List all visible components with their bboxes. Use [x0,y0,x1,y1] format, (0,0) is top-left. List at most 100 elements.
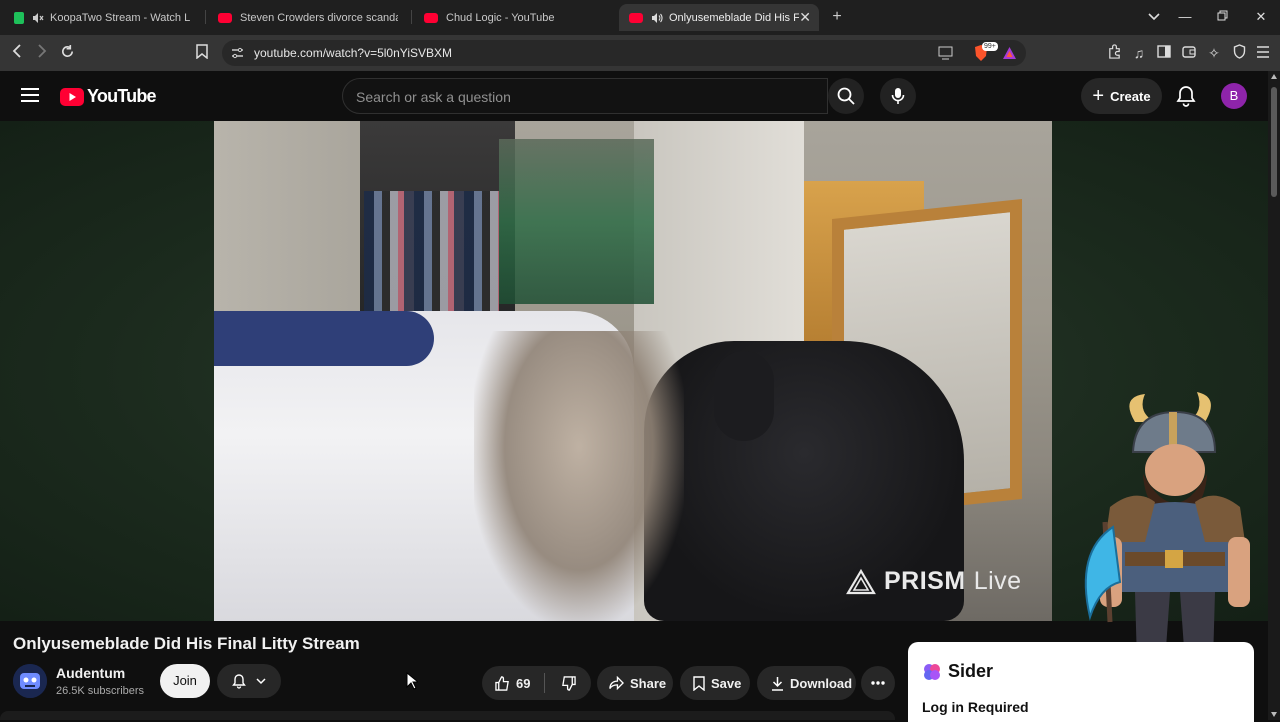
more-actions-button[interactable] [861,666,895,700]
bell-icon [232,673,246,689]
url-text: youtube.com/watch?v=5l0nYiSVBXM [254,46,452,60]
kick-favicon-icon [14,11,24,24]
youtube-favicon-icon [424,12,438,23]
browser-tab-koopatwo[interactable]: KoopaTwo Stream - Watch Live o [4,4,200,31]
thumbs-up-icon [495,675,509,691]
reload-icon[interactable] [58,44,76,62]
sider-extension-panel[interactable]: Sider Log in Required [908,642,1254,722]
voice-search-button[interactable] [880,78,916,114]
audio-playing-icon[interactable] [651,12,663,24]
prism-live-text: Live [973,567,1022,595]
search-placeholder: Search or ask a question [356,89,511,105]
back-arrow-icon[interactable] [8,44,26,62]
prism-live-watermark: PRISM Live [846,567,1022,596]
brave-rewards-icon[interactable] [1002,46,1017,60]
browser-menu-icon[interactable] [1254,44,1272,62]
leo-ai-sparkle-icon[interactable]: ✧ [1205,44,1223,62]
video-frame-background-person [499,139,654,304]
prism-brand-text: PRISM [884,567,966,595]
address-bar[interactable]: youtube.com/watch?v=5l0nYiSVBXM 99+ [222,40,1026,66]
brave-shields-icon[interactable]: 99+ [973,42,998,62]
browser-tab-onlyusemeblade[interactable]: Onlyusemeblade Did His Fina ✕ [619,4,819,31]
guide-menu-icon[interactable] [21,88,39,107]
like-count: 69 [516,675,531,691]
bookmark-save-icon [693,675,705,691]
like-button[interactable]: 69 [482,676,544,691]
video-player[interactable]: PRISM Live [214,121,1052,621]
sider-login-required: Log in Required [922,699,1029,715]
chevron-down-icon [256,677,266,684]
browser-toolbar: youtube.com/watch?v=5l0nYiSVBXM 99+ ♫ ✧ [0,35,1280,71]
tab-search-chevron-icon[interactable] [1145,8,1163,26]
browser-tab-chud-logic[interactable]: Chud Logic - YouTube [414,4,614,31]
sidebar-toggle-icon[interactable] [1155,44,1173,62]
vpn-shield-icon[interactable] [1230,44,1248,62]
like-dislike-group: 69 [482,666,591,700]
search-icon [837,87,855,105]
scroll-up-arrow-icon[interactable] [1271,74,1277,79]
tab-title: Steven Crowders divorce scandal | RE [240,11,398,24]
search-input[interactable]: Search or ask a question [342,78,828,114]
scroll-down-arrow-icon[interactable] [1271,712,1277,717]
dislike-button[interactable] [545,675,591,691]
tab-title: KoopaTwo Stream - Watch Live o [50,11,190,24]
close-tab-icon[interactable]: ✕ [799,9,811,26]
share-button[interactable]: Share [597,666,673,700]
browser-tab-crowder[interactable]: Steven Crowders divorce scandal | RE [208,4,408,31]
muted-speaker-icon[interactable] [32,12,44,24]
join-button[interactable]: Join [160,664,210,698]
youtube-play-logo-icon [60,87,84,106]
plus-icon: + [1092,85,1105,107]
video-title: Onlyusemeblade Did His Final Litty Strea… [13,634,360,653]
sider-logo: Sider [922,661,993,682]
youtube-logo[interactable]: YouTube [60,86,157,107]
save-button[interactable]: Save [680,666,750,700]
create-label: Create [1110,88,1151,104]
channel-avatar[interactable] [13,664,47,698]
close-window-icon[interactable]: ✕ [1252,8,1270,26]
share-arrow-icon [609,676,624,690]
youtube-favicon-icon [218,12,232,23]
media-music-icon[interactable]: ♫ [1130,44,1148,62]
download-button[interactable]: Download [757,666,856,700]
search-button[interactable] [828,78,864,114]
shields-count-badge: 99+ [982,42,998,51]
description-box-top[interactable] [0,711,895,720]
sider-brand-text: Sider [948,661,994,681]
extensions-puzzle-icon[interactable] [1105,44,1123,62]
bookmark-icon[interactable] [193,44,211,62]
browser-tab-bar: KoopaTwo Stream - Watch Live o Steven Cr… [0,0,1280,35]
sider-brain-icon [924,663,940,680]
prism-logo-icon [846,568,876,594]
account-avatar[interactable]: B [1221,83,1247,109]
more-horizontal-icon [871,681,885,685]
avatar-letter: B [1229,88,1239,103]
new-tab-button[interactable]: + [828,8,846,26]
tab-title: Chud Logic - YouTube [446,11,555,24]
scrollbar-thumb[interactable] [1271,87,1277,197]
tab-title: Onlyusemeblade Did His Fina [669,11,799,24]
download-icon [772,676,783,691]
youtube-favicon-icon [629,12,643,23]
forward-arrow-icon[interactable] [33,44,51,62]
site-settings-icon[interactable] [231,47,244,59]
minimize-window-icon[interactable]: — [1176,8,1194,26]
robot-avatar-icon [13,664,47,698]
notifications-bell-icon[interactable] [1175,85,1197,107]
subscription-notifications-button[interactable] [217,664,281,698]
save-label: Save [711,675,742,691]
video-frame-chair-arm [714,351,774,441]
microphone-icon [891,88,905,104]
channel-name[interactable]: Audentum [56,665,125,681]
youtube-masthead: YouTube Search or ask a question + Creat… [0,71,1268,121]
thumbs-down-icon [561,675,576,691]
video-frame-streamer [474,331,684,621]
create-button[interactable]: + Create [1081,78,1162,114]
wallet-icon[interactable] [1180,44,1198,62]
restore-window-icon[interactable] [1213,8,1231,26]
youtube-logo-text: YouTube [87,86,157,106]
download-label: Download [790,675,853,691]
cast-icon[interactable] [938,46,953,60]
page-scrollbar[interactable] [1268,71,1280,720]
mouse-cursor-icon [406,672,418,690]
